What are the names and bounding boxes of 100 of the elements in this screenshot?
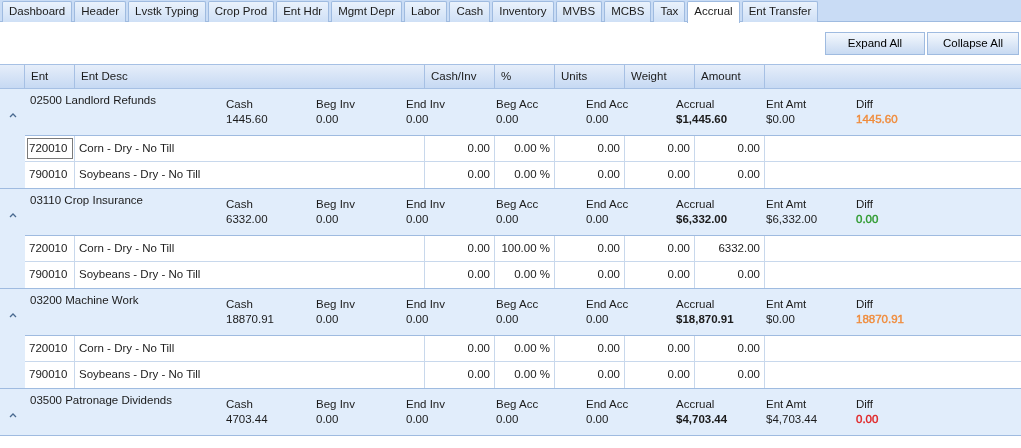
column-header[interactable]: Amount bbox=[695, 65, 765, 88]
table-cell: 0.00 bbox=[625, 236, 695, 261]
summary-value: 0.00 bbox=[406, 312, 429, 327]
summary-label: Diff bbox=[856, 197, 875, 212]
table-cell: 720010 bbox=[25, 136, 75, 161]
column-header[interactable]: % bbox=[495, 65, 555, 88]
tab[interactable]: Ent Transfer bbox=[741, 1, 819, 22]
tab[interactable]: Crop Prod bbox=[207, 1, 275, 22]
summary-value: 0.00 bbox=[406, 212, 429, 227]
table-cell: 0.00 bbox=[695, 336, 765, 361]
table-cell: 0.00 bbox=[695, 136, 765, 161]
table-cell: 790010 bbox=[25, 362, 75, 388]
table-cell: 0.00 bbox=[625, 136, 695, 161]
summary-value: $18,870.91 bbox=[676, 312, 734, 327]
summary-label: Diff bbox=[856, 297, 875, 312]
tab[interactable]: Ent Hdr bbox=[276, 1, 330, 22]
summary-label: Cash bbox=[226, 297, 254, 312]
chevron-up-icon[interactable] bbox=[8, 112, 17, 118]
tab[interactable]: Labor bbox=[404, 1, 448, 22]
summary-label: Beg Acc bbox=[496, 197, 540, 212]
summary-value: 0.00 bbox=[316, 312, 339, 327]
summary-value: 0.00 bbox=[496, 412, 519, 427]
summary-label: End Inv bbox=[406, 97, 446, 112]
chevron-up-icon[interactable] bbox=[8, 412, 17, 418]
table-cell: 0.00 bbox=[625, 262, 695, 288]
summary-label: End Inv bbox=[406, 397, 446, 412]
table-cell: 0.00 bbox=[695, 262, 765, 288]
summary-label: End Acc bbox=[586, 397, 630, 412]
summary-label: Ent Amt bbox=[766, 297, 808, 312]
summary-value: 1445.60 bbox=[226, 112, 268, 127]
table-cell: 100.00 % bbox=[495, 236, 555, 261]
group-title: 03200 Machine Work bbox=[29, 293, 140, 308]
toolbar-button[interactable]: Collapse All bbox=[927, 32, 1019, 55]
tab[interactable]: Accrual bbox=[687, 1, 740, 23]
summary-label: Beg Acc bbox=[496, 97, 540, 112]
table-cell: 720010 bbox=[25, 336, 75, 361]
table-cell: Soybeans - Dry - No Till bbox=[75, 362, 425, 388]
table-cell: 0.00 bbox=[625, 362, 695, 388]
table-cell: 0.00 % bbox=[495, 362, 555, 388]
tab[interactable]: Mgmt Depr bbox=[331, 1, 402, 22]
summary-label: Diff bbox=[856, 97, 875, 112]
table-cell: 0.00 bbox=[555, 162, 625, 188]
summary-value: 0.00 bbox=[586, 312, 609, 327]
table-cell: 0.00 bbox=[555, 362, 625, 388]
tab[interactable]: Dashboard bbox=[2, 1, 73, 22]
tab[interactable]: Header bbox=[74, 1, 126, 22]
table-cell: 0.00 % bbox=[495, 162, 555, 188]
table-cell: Corn - Dry - No Till bbox=[75, 136, 425, 161]
summary-label: Beg Acc bbox=[496, 397, 540, 412]
tab[interactable]: Tax bbox=[653, 1, 686, 22]
table-cell: Soybeans - Dry - No Till bbox=[75, 262, 425, 288]
summary-value: 18870.91 bbox=[856, 312, 904, 327]
summary-value: $0.00 bbox=[766, 312, 795, 327]
table-cell: 0.00 bbox=[555, 336, 625, 361]
chevron-up-icon[interactable] bbox=[8, 212, 17, 218]
table-cell: 6332.00 bbox=[695, 236, 765, 261]
table-cell: 790010 bbox=[25, 162, 75, 188]
summary-value: 0.00 bbox=[856, 412, 879, 427]
column-header[interactable]: Units bbox=[555, 65, 625, 88]
column-header[interactable]: Cash/Inv bbox=[425, 65, 495, 88]
tab[interactable]: Lvstk Typing bbox=[128, 1, 206, 22]
table-cell: 0.00 bbox=[425, 136, 495, 161]
table-cell: 0.00 % bbox=[495, 336, 555, 361]
summary-value: 0.00 bbox=[316, 412, 339, 427]
summary-label: Beg Inv bbox=[316, 397, 356, 412]
tab[interactable]: MVBS bbox=[555, 1, 603, 22]
tab[interactable]: MCBS bbox=[604, 1, 652, 22]
summary-value: $0.00 bbox=[766, 112, 795, 127]
column-header[interactable]: Ent Desc bbox=[75, 65, 425, 88]
group-title: 03500 Patronage Dividends bbox=[29, 393, 173, 408]
summary-label: Beg Inv bbox=[316, 97, 356, 112]
summary-label: Accrual bbox=[676, 297, 716, 312]
table-cell: 0.00 bbox=[555, 262, 625, 288]
chevron-up-icon[interactable] bbox=[8, 312, 17, 318]
summary-label: End Acc bbox=[586, 297, 630, 312]
summary-label: Accrual bbox=[676, 397, 716, 412]
table-cell: 0.00 bbox=[555, 136, 625, 161]
summary-label: Beg Inv bbox=[316, 297, 356, 312]
summary-label: Ent Amt bbox=[766, 197, 808, 212]
tab[interactable]: Cash bbox=[449, 1, 491, 22]
table-cell: 0.00 bbox=[695, 162, 765, 188]
table-cell: 0.00 bbox=[625, 336, 695, 361]
table-cell: 790010 bbox=[25, 262, 75, 288]
summary-label: Cash bbox=[226, 97, 254, 112]
summary-value: 0.00 bbox=[316, 212, 339, 227]
table-cell: 0.00 bbox=[425, 336, 495, 361]
summary-value: 0.00 bbox=[406, 112, 429, 127]
table-cell: 0.00 bbox=[625, 162, 695, 188]
table-cell: Corn - Dry - No Till bbox=[75, 336, 425, 361]
toolbar-button[interactable]: Expand All bbox=[825, 32, 925, 55]
summary-label: Beg Inv bbox=[316, 197, 356, 212]
column-header[interactable]: Weight bbox=[625, 65, 695, 88]
summary-label: Cash bbox=[226, 197, 254, 212]
summary-value: $1,445.60 bbox=[676, 112, 728, 127]
summary-value: 0.00 bbox=[496, 112, 519, 127]
summary-value: $6,332.00 bbox=[766, 212, 818, 227]
group-title: 02500 Landlord Refunds bbox=[29, 93, 157, 108]
column-header[interactable]: Ent bbox=[25, 65, 75, 88]
tab[interactable]: Inventory bbox=[492, 1, 554, 22]
table-cell: 0.00 bbox=[695, 362, 765, 388]
